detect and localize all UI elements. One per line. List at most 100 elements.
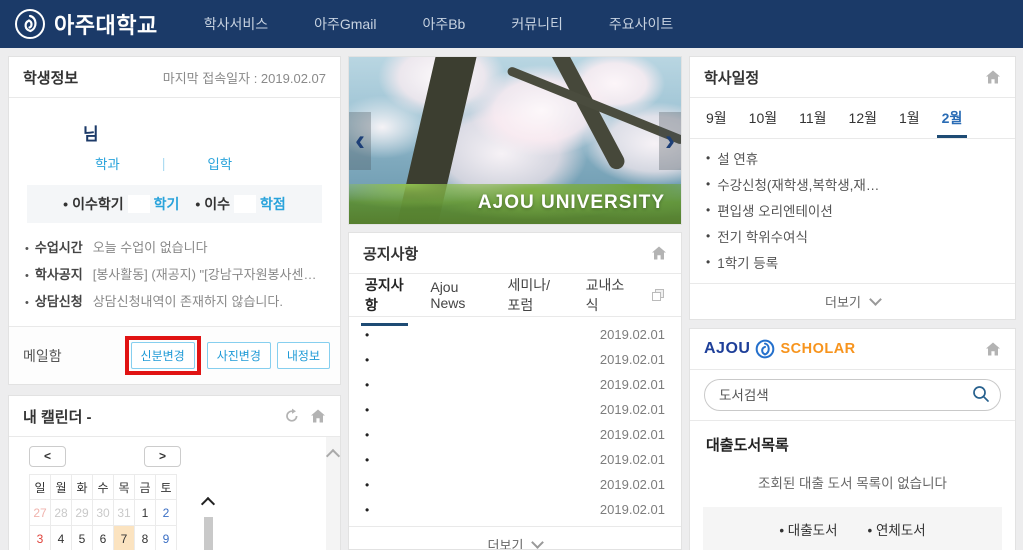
mailbox-label[interactable]: 메일함: [23, 346, 62, 366]
status-label[interactable]: 상담신청: [35, 289, 83, 315]
home-icon[interactable]: [651, 245, 667, 261]
profile-button-0[interactable]: 신분변경: [131, 342, 195, 369]
month-tab-11월[interactable]: 11월: [799, 98, 826, 138]
profile-button-1[interactable]: 사진변경: [207, 342, 271, 369]
calendar-day[interactable]: 7: [114, 526, 135, 550]
month-tabs: 9월 10월 11월 12월 1월 2월: [690, 98, 1015, 139]
calendar-day[interactable]: 31: [114, 500, 135, 526]
profile-buttons: 신분변경 사진변경내정보: [125, 336, 330, 375]
nav-item-1[interactable]: 아주Gmail: [314, 14, 376, 34]
scroll-up-icon[interactable]: [201, 497, 215, 511]
notice-item[interactable]: •2019.02.01: [365, 347, 665, 372]
notice-item[interactable]: •2019.02.01: [365, 372, 665, 397]
notice-item[interactable]: •2019.02.01: [365, 397, 665, 422]
calendar-day[interactable]: 27: [30, 500, 51, 526]
schedule-item-text: 1학기 등록: [717, 252, 778, 272]
student-status-row: •학사공지[봉사활동] (재공지) "[강남구자원봉사센터]…: [25, 262, 324, 289]
calendar-day[interactable]: 4: [51, 526, 72, 550]
bullet: •: [706, 177, 710, 191]
panel-scrollbar[interactable]: [326, 437, 340, 550]
scroll-up-icon[interactable]: [326, 449, 340, 463]
last-access-date: 마지막 접속일자 : 2019.02.07: [163, 68, 326, 87]
month-tab-1월[interactable]: 1월: [899, 98, 920, 138]
home-icon[interactable]: [310, 408, 326, 424]
credit-unit: 학점: [260, 194, 286, 214]
dept-separator: |: [162, 156, 166, 171]
calendar-next-button[interactable]: >: [144, 446, 181, 467]
bullet: •: [365, 403, 369, 417]
refresh-icon[interactable]: [284, 408, 300, 424]
schedule-title: 학사일정: [704, 67, 759, 88]
status-value: [봉사활동] (재공지) "[강남구자원봉사센터]…: [93, 262, 324, 288]
notice-tabs: 공지사항Ajou News세미나/포럼교내소식: [349, 274, 681, 317]
calendar-day[interactable]: 1: [135, 500, 156, 526]
schedule-item-text: 편입생 오리엔테이션: [717, 200, 833, 220]
schedule-more-button[interactable]: 더보기: [690, 283, 1015, 319]
my-calendar-header: 내 캘린더 -: [9, 396, 340, 437]
calendar-scrollbar[interactable]: [201, 499, 215, 550]
bullet: •: [195, 196, 200, 212]
status-label[interactable]: 수업시간: [35, 235, 83, 261]
popup-window-icon[interactable]: [651, 288, 665, 302]
search-button[interactable]: [971, 384, 991, 404]
calendar-day[interactable]: 6: [93, 526, 114, 550]
loan-link-연체도서[interactable]: • 연체도서: [868, 519, 926, 539]
weekday-header: 금: [135, 475, 156, 500]
home-icon[interactable]: [985, 341, 1001, 357]
calendar-day[interactable]: 5: [72, 526, 93, 550]
notice-tab-2[interactable]: 세미나/포럼: [507, 264, 559, 326]
notice-date: 2019.02.01: [600, 377, 665, 392]
nav-item-2[interactable]: 아주Bb: [422, 14, 465, 34]
home-icon[interactable]: [985, 69, 1001, 85]
banner-prev-arrow[interactable]: ‹: [349, 112, 371, 170]
dept-label[interactable]: 학과: [95, 153, 120, 173]
middle-column: ‹ › AJOU UNIVERSITY 공지사항 공지사항Ajou News세미…: [348, 56, 682, 550]
scroll-thumb[interactable]: [204, 517, 213, 550]
calendar-prev-button[interactable]: <: [29, 446, 66, 467]
status-label[interactable]: 학사공지: [35, 262, 83, 288]
month-tab-10월[interactable]: 10월: [749, 98, 777, 138]
calendar-day[interactable]: 28: [51, 500, 72, 526]
nav-item-4[interactable]: 주요사이트: [609, 14, 673, 34]
credit-value-blank: [234, 195, 256, 213]
loan-link-대출도서[interactable]: • 대출도서: [779, 519, 837, 539]
schedule-item[interactable]: •편입생 오리엔테이션: [706, 197, 999, 223]
notice-date: 2019.02.01: [600, 452, 665, 467]
notice-tab-0[interactable]: 공지사항: [365, 264, 404, 326]
notice-tab-3[interactable]: 교내소식: [586, 264, 625, 326]
nav-item-0[interactable]: 학사서비스: [204, 14, 268, 34]
student-status-row: •수업시간오늘 수업이 없습니다: [25, 235, 324, 262]
notice-item[interactable]: •2019.02.01: [365, 447, 665, 472]
admission-label[interactable]: 입학: [207, 153, 232, 173]
calendar-day[interactable]: 8: [135, 526, 156, 550]
month-tab-2월[interactable]: 2월: [942, 98, 963, 138]
weekday-header: 토: [156, 475, 177, 500]
notice-item[interactable]: •2019.02.01: [365, 472, 665, 497]
academic-schedule-panel: 학사일정 9월 10월 11월 12월 1월 2월 •설 연휴•수강신청(재학생,복학생,…: [689, 56, 1016, 320]
notice-tab-1[interactable]: Ajou News: [430, 268, 481, 322]
schedule-item[interactable]: •전기 학위수여식: [706, 223, 999, 249]
schedule-item[interactable]: •수강신청(재학생,복학생,재…: [706, 171, 999, 197]
calendar-day[interactable]: 29: [72, 500, 93, 526]
campus-photo-banner[interactable]: ‹ › AJOU UNIVERSITY: [348, 56, 682, 225]
banner-next-arrow[interactable]: ›: [659, 112, 681, 170]
university-logo[interactable]: 아주대학교: [14, 8, 158, 40]
schedule-item[interactable]: •설 연휴: [706, 145, 999, 171]
calendar-day[interactable]: 3: [30, 526, 51, 550]
nav-item-3[interactable]: 커뮤니티: [511, 14, 563, 34]
calendar-day[interactable]: 2: [156, 500, 177, 526]
month-tab-9월[interactable]: 9월: [706, 98, 727, 138]
more-label: 더보기: [488, 535, 524, 550]
notices-more-button[interactable]: 더보기: [349, 526, 681, 550]
calendar-day[interactable]: 9: [156, 526, 177, 550]
notice-item[interactable]: •2019.02.01: [365, 497, 665, 522]
bullet: •: [25, 290, 29, 316]
credit-stat: • 이수 학점: [195, 194, 285, 214]
notice-item[interactable]: •2019.02.01: [365, 422, 665, 447]
calendar-day[interactable]: 30: [93, 500, 114, 526]
schedule-item[interactable]: •1학기 등록: [706, 249, 999, 275]
profile-button-2[interactable]: 내정보: [277, 342, 330, 369]
book-search-input[interactable]: [704, 379, 1001, 411]
month-tab-12월[interactable]: 12월: [849, 98, 877, 138]
university-emblem-icon: [14, 8, 46, 40]
